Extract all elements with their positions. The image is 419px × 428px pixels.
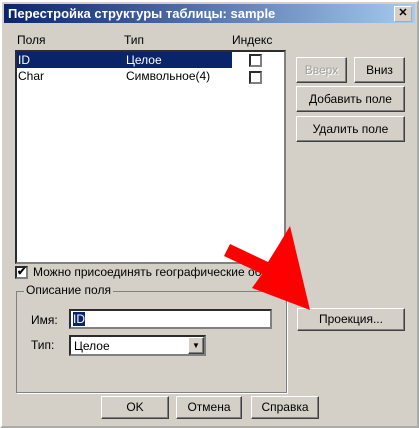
arrow-icon [224,226,310,310]
red-arrow-annotation [224,226,310,310]
